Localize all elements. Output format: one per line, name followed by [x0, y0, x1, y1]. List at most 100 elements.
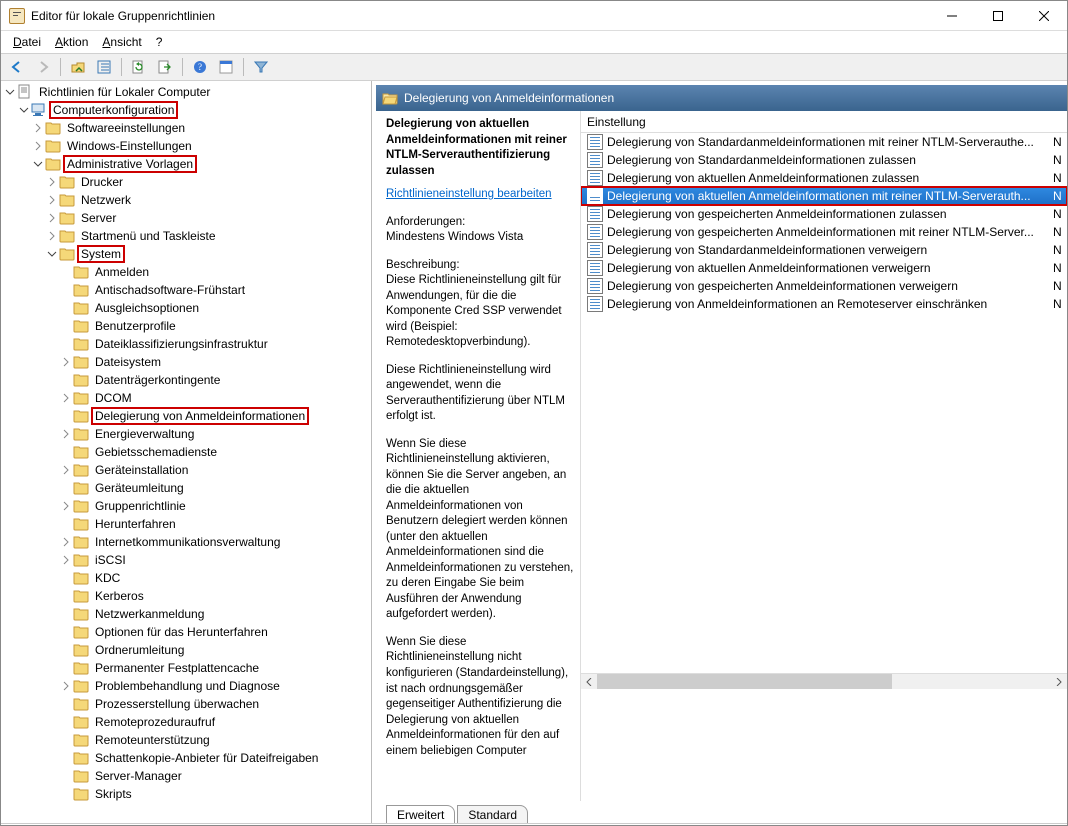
folder-open-icon — [382, 90, 398, 106]
tree-item[interactable]: Gebietsschemadienste — [3, 443, 371, 461]
tree-item[interactable]: Gruppenrichtlinie — [3, 497, 371, 515]
tree-item[interactable]: Kerberos — [3, 587, 371, 605]
tree-item-label: Prozesserstellung überwachen — [93, 697, 261, 711]
list-header[interactable]: Einstellung — [581, 111, 1067, 133]
tree-item[interactable]: System — [3, 245, 371, 263]
menu-action[interactable]: Aktion — [49, 33, 94, 51]
policy-item[interactable]: Delegierung von Anmeldeinformationen an … — [581, 295, 1067, 313]
policy-item[interactable]: Delegierung von gespeicherten Anmeldeinf… — [581, 205, 1067, 223]
tree-item[interactable]: Computerkonfiguration — [3, 101, 371, 119]
tree-item[interactable]: Problembehandlung und Diagnose — [3, 677, 371, 695]
expand-toggle[interactable] — [59, 681, 73, 691]
policy-item[interactable]: Delegierung von gespeicherten Anmeldeinf… — [581, 277, 1067, 295]
close-button[interactable] — [1021, 1, 1067, 31]
expand-toggle[interactable] — [45, 231, 59, 241]
tree-item[interactable]: Skripts — [3, 785, 371, 803]
tree-item[interactable]: Geräteumleitung — [3, 479, 371, 497]
tree-item[interactable]: Optionen für das Herunterfahren — [3, 623, 371, 641]
tab-standard[interactable]: Standard — [457, 805, 528, 823]
tree-item[interactable]: Softwareeinstellungen — [3, 119, 371, 137]
folder-icon — [73, 462, 89, 478]
menu-view[interactable]: Ansicht — [96, 33, 147, 51]
up-button[interactable] — [66, 56, 90, 78]
export-button[interactable] — [153, 56, 177, 78]
column-setting[interactable]: Einstellung — [587, 115, 1061, 129]
tree-item[interactable]: Delegierung von Anmeldeinformationen — [3, 407, 371, 425]
tree-item-label: Schattenkopie-Anbieter für Dateifreigabe… — [93, 751, 320, 765]
maximize-button[interactable] — [975, 1, 1021, 31]
tree-item[interactable]: Prozesserstellung überwachen — [3, 695, 371, 713]
tree-item[interactable]: Internetkommunikationsverwaltung — [3, 533, 371, 551]
tree-item[interactable]: iSCSI — [3, 551, 371, 569]
policy-item[interactable]: Delegierung von aktuellen Anmeldeinforma… — [581, 187, 1067, 205]
expand-toggle[interactable] — [3, 87, 17, 97]
policy-item[interactable]: Delegierung von Standardanmeldeinformati… — [581, 241, 1067, 259]
properties-button[interactable] — [214, 56, 238, 78]
expand-toggle[interactable] — [59, 555, 73, 565]
tree-item[interactable]: Netzwerkanmeldung — [3, 605, 371, 623]
tree-item[interactable]: DCOM — [3, 389, 371, 407]
policy-item[interactable]: Delegierung von aktuellen Anmeldeinforma… — [581, 259, 1067, 277]
tree-item[interactable]: Startmenü und Taskleiste — [3, 227, 371, 245]
horizontal-scrollbar[interactable] — [581, 673, 1067, 689]
expand-toggle[interactable] — [45, 249, 59, 259]
tree-item[interactable]: Datenträgerkontingente — [3, 371, 371, 389]
tree-item[interactable]: Ausgleichsoptionen — [3, 299, 371, 317]
tree-item[interactable]: Anmelden — [3, 263, 371, 281]
tree-item[interactable]: Energieverwaltung — [3, 425, 371, 443]
expand-toggle[interactable] — [59, 393, 73, 403]
show-list-button[interactable] — [92, 56, 116, 78]
scroll-right-button[interactable] — [1051, 674, 1067, 689]
tree-item[interactable]: Remoteunterstützung — [3, 731, 371, 749]
minimize-button[interactable] — [929, 1, 975, 31]
expand-toggle[interactable] — [31, 123, 45, 133]
expand-toggle[interactable] — [31, 159, 45, 169]
policy-item[interactable]: Delegierung von gespeicherten Anmeldeinf… — [581, 223, 1067, 241]
tree-item[interactable]: Ordnerumleitung — [3, 641, 371, 659]
policy-item-state: N — [1053, 153, 1067, 167]
tree-item[interactable]: Richtlinien für Lokaler Computer — [3, 83, 371, 101]
expand-toggle[interactable] — [45, 177, 59, 187]
expand-toggle[interactable] — [59, 537, 73, 547]
expand-toggle[interactable] — [59, 357, 73, 367]
expand-toggle[interactable] — [45, 213, 59, 223]
expand-toggle[interactable] — [59, 501, 73, 511]
tree-item[interactable]: Server-Manager — [3, 767, 371, 785]
expand-toggle[interactable] — [59, 465, 73, 475]
edit-policy-link[interactable]: Richtlinieneinstellung bearbeiten — [386, 188, 552, 200]
forward-button[interactable] — [31, 56, 55, 78]
scroll-thumb[interactable] — [597, 674, 892, 689]
tab-extended[interactable]: Erweitert — [386, 805, 455, 823]
tree-item[interactable]: Remoteprozeduraufruf — [3, 713, 371, 731]
tree-item[interactable]: Netzwerk — [3, 191, 371, 209]
menu-help[interactable]: ? — [150, 33, 169, 51]
settings-list[interactable]: Einstellung Delegierung von Standardanme… — [581, 111, 1067, 801]
tree-item[interactable]: Geräteinstallation — [3, 461, 371, 479]
tree-item[interactable]: Dateiklassifizierungsinfrastruktur — [3, 335, 371, 353]
tree-item[interactable]: Dateisystem — [3, 353, 371, 371]
tree-item[interactable]: Antischadsoftware-Frühstart — [3, 281, 371, 299]
expand-toggle[interactable] — [17, 105, 31, 115]
policy-item[interactable]: Delegierung von Standardanmeldeinformati… — [581, 151, 1067, 169]
tree-item[interactable]: Permanenter Festplattencache — [3, 659, 371, 677]
tree-item[interactable]: Benutzerprofile — [3, 317, 371, 335]
tree-item[interactable]: Server — [3, 209, 371, 227]
refresh-button[interactable] — [127, 56, 151, 78]
scroll-left-button[interactable] — [581, 674, 597, 689]
tree-pane[interactable]: Richtlinien für Lokaler ComputerComputer… — [1, 81, 372, 823]
back-button[interactable] — [5, 56, 29, 78]
policy-item[interactable]: Delegierung von Standardanmeldeinformati… — [581, 133, 1067, 151]
tree-item[interactable]: KDC — [3, 569, 371, 587]
tree-item[interactable]: Drucker — [3, 173, 371, 191]
tree-item[interactable]: Schattenkopie-Anbieter für Dateifreigabe… — [3, 749, 371, 767]
expand-toggle[interactable] — [59, 429, 73, 439]
policy-item[interactable]: Delegierung von aktuellen Anmeldeinforma… — [581, 169, 1067, 187]
filter-button[interactable] — [249, 56, 273, 78]
expand-toggle[interactable] — [31, 141, 45, 151]
expand-toggle[interactable] — [45, 195, 59, 205]
tree-item[interactable]: Windows-Einstellungen — [3, 137, 371, 155]
tree-item[interactable]: Administrative Vorlagen — [3, 155, 371, 173]
tree-item[interactable]: Herunterfahren — [3, 515, 371, 533]
help-button[interactable]: ? — [188, 56, 212, 78]
menu-file[interactable]: DDateiatei — [7, 33, 47, 51]
